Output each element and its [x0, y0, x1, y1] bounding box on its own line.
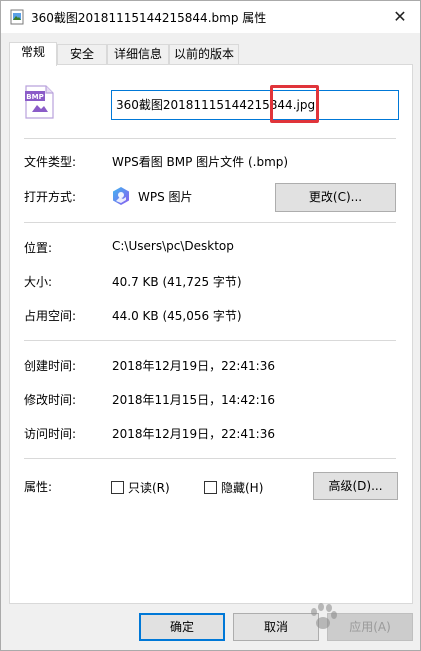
tab-security[interactable]: 安全 — [57, 44, 107, 65]
ok-button[interactable]: 确定 — [139, 613, 225, 641]
attributes-label: 属性: — [24, 480, 53, 494]
bmp-badge: BMP — [26, 93, 43, 101]
readonly-label: 只读(R) — [128, 481, 170, 495]
cancel-button[interactable]: 取消 — [233, 613, 319, 641]
size-label: 大小: — [24, 275, 53, 289]
open-with-label: 打开方式: — [24, 190, 77, 204]
accessed-value: 2018年12月19日，22:41:36 — [112, 427, 275, 441]
change-button[interactable]: 更改(C)... — [275, 183, 396, 212]
hidden-checkbox[interactable]: 隐藏(H) — [204, 479, 263, 496]
advanced-button[interactable]: 高级(D)... — [313, 472, 398, 500]
hidden-checkbox-box[interactable] — [204, 481, 217, 494]
created-label: 创建时间: — [24, 359, 77, 373]
divider — [24, 458, 396, 459]
properties-window: 360截图20181115144215844.bmp 属性 ✕ 常规 安全 详细… — [0, 0, 421, 651]
general-panel: BMP 360截图20181115144215844.jpg 文件类型: WPS… — [9, 64, 413, 604]
location-value: C:\Users\pc\Desktop — [112, 239, 234, 253]
window-title: 360截图20181115144215844.bmp 属性 — [31, 11, 267, 25]
open-with-app-name: WPS 图片 — [138, 190, 193, 204]
file-type-value: WPS看图 BMP 图片文件 (.bmp) — [112, 155, 289, 169]
apply-button[interactable]: 应用(A) — [327, 613, 413, 641]
divider — [24, 222, 396, 223]
divider — [24, 138, 396, 139]
image-file-icon — [10, 9, 24, 25]
hidden-label: 隐藏(H) — [221, 481, 264, 495]
divider — [24, 340, 396, 341]
readonly-checkbox-box[interactable] — [111, 481, 124, 494]
tab-previous-versions[interactable]: 以前的版本 — [169, 44, 239, 65]
readonly-checkbox[interactable]: 只读(R) — [111, 479, 170, 496]
size-value: 40.7 KB (41,725 字节) — [112, 275, 242, 289]
modified-label: 修改时间: — [24, 393, 77, 407]
disk-size-label: 占用空间: — [24, 309, 77, 323]
disk-size-value: 44.0 KB (45,056 字节) — [112, 309, 242, 323]
filename-input[interactable]: 360截图20181115144215844.jpg — [111, 90, 399, 120]
modified-value: 2018年11月15日，14:42:16 — [112, 393, 275, 407]
title-bar[interactable]: 360截图20181115144215844.bmp 属性 ✕ — [1, 1, 420, 33]
location-label: 位置: — [24, 241, 53, 255]
file-type-label: 文件类型: — [24, 155, 77, 169]
accessed-label: 访问时间: — [24, 427, 77, 441]
bmp-file-icon: BMP — [25, 85, 54, 119]
wps-picture-icon — [113, 187, 129, 205]
close-button[interactable]: ✕ — [380, 1, 420, 32]
tab-general[interactable]: 常规 — [9, 42, 57, 66]
tab-details[interactable]: 详细信息 — [107, 44, 169, 65]
created-value: 2018年12月19日，22:41:36 — [112, 359, 275, 373]
